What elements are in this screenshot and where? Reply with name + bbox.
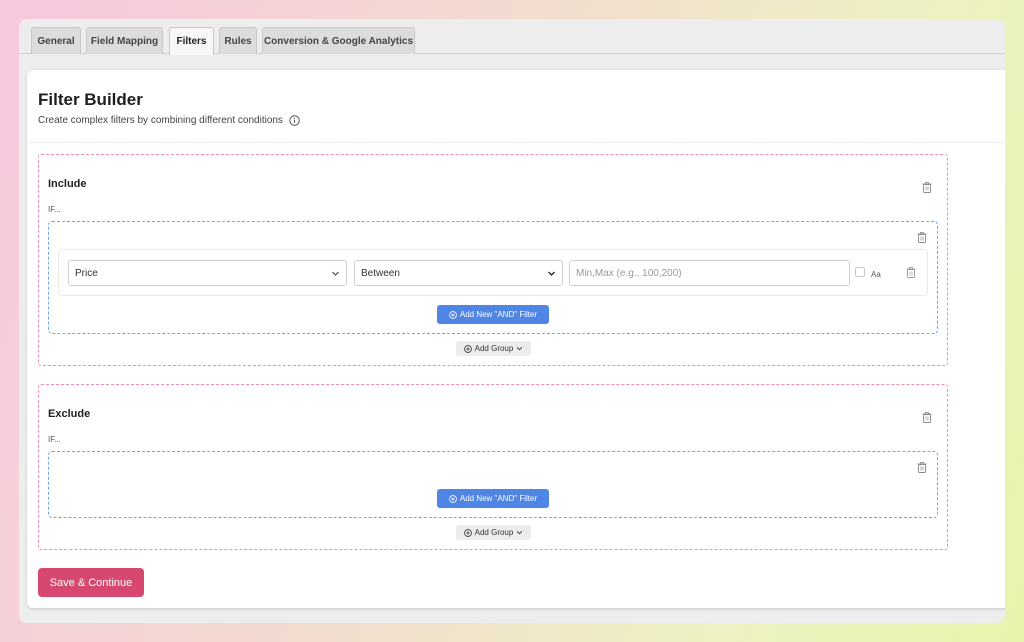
tab-general[interactable]: General — [31, 27, 81, 54]
operator-select[interactable]: Between — [354, 260, 563, 286]
exclude-title: Exclude — [48, 408, 91, 420]
tab-filters[interactable]: Filters — [169, 27, 214, 55]
include-title: Include — [48, 178, 87, 190]
add-and-filter-button[interactable]: Add New "AND" Filter — [437, 489, 549, 508]
case-sensitive-label: Aa — [871, 270, 881, 279]
add-and-filter-label: Add New "AND" Filter — [459, 310, 538, 319]
filter-row: Price Between Aa — [58, 249, 928, 296]
delete-filter-icon[interactable] — [906, 267, 916, 278]
add-group-label: Add Group — [474, 344, 514, 353]
save-continue-label: Save & Continue — [49, 576, 133, 589]
page-title: Filter Builder — [38, 90, 143, 109]
include-if-label: IF... — [48, 205, 61, 214]
chevron-down-icon — [331, 269, 340, 278]
tab-field-mapping[interactable]: Field Mapping — [86, 27, 163, 54]
tab-bar: General Field Mapping Filters Rules Conv… — [19, 19, 1005, 55]
delete-group-icon[interactable] — [917, 462, 927, 473]
exclude-if-label: IF... — [48, 435, 61, 444]
save-continue-button[interactable]: Save & Continue — [38, 568, 144, 597]
chevron-down-icon — [516, 345, 523, 352]
add-and-filter-button[interactable]: Add New "AND" Filter — [437, 305, 549, 324]
plus-circle-icon — [463, 344, 472, 353]
plus-circle-icon — [463, 528, 472, 537]
add-group-button[interactable]: Add Group — [456, 525, 531, 540]
subtitle-text: Create complex filters by combining diff… — [38, 115, 283, 126]
filter-value-input[interactable] — [569, 260, 850, 286]
tab-conversion-google-analytics[interactable]: Conversion & Google Analytics — [262, 27, 415, 54]
case-sensitive-checkbox[interactable] — [855, 267, 865, 277]
plus-circle-icon — [449, 310, 457, 319]
delete-include-section-icon[interactable] — [922, 182, 932, 193]
add-group-button[interactable]: Add Group — [456, 341, 531, 356]
field-select-value: Price — [75, 267, 98, 279]
exclude-section: Exclude IF... Add New "AND" Filter Add G… — [38, 384, 948, 550]
include-filter-group: Price Between Aa — [48, 221, 938, 334]
page-subtitle: Create complex filters by combining diff… — [38, 115, 300, 126]
card-header: Filter Builder Create complex filters by… — [27, 70, 1005, 143]
add-group-label: Add Group — [474, 528, 514, 537]
app-window: General Field Mapping Filters Rules Conv… — [19, 19, 1005, 623]
plus-circle-icon — [449, 494, 457, 503]
chevron-down-icon — [516, 529, 523, 536]
operator-select-value: Between — [361, 267, 400, 279]
delete-exclude-section-icon[interactable] — [922, 412, 932, 423]
field-select[interactable]: Price — [68, 260, 347, 286]
add-and-filter-label: Add New "AND" Filter — [459, 494, 538, 503]
exclude-filter-group: Add New "AND" Filter — [48, 451, 938, 518]
tab-rules[interactable]: Rules — [219, 27, 257, 54]
delete-group-icon[interactable] — [917, 232, 927, 243]
include-section: Include IF... Price Between Min,Max (e.g… — [38, 154, 948, 366]
filter-builder-card: Filter Builder Create complex filters by… — [27, 70, 1005, 608]
chevron-down-icon — [547, 269, 556, 278]
info-icon[interactable] — [289, 115, 300, 126]
